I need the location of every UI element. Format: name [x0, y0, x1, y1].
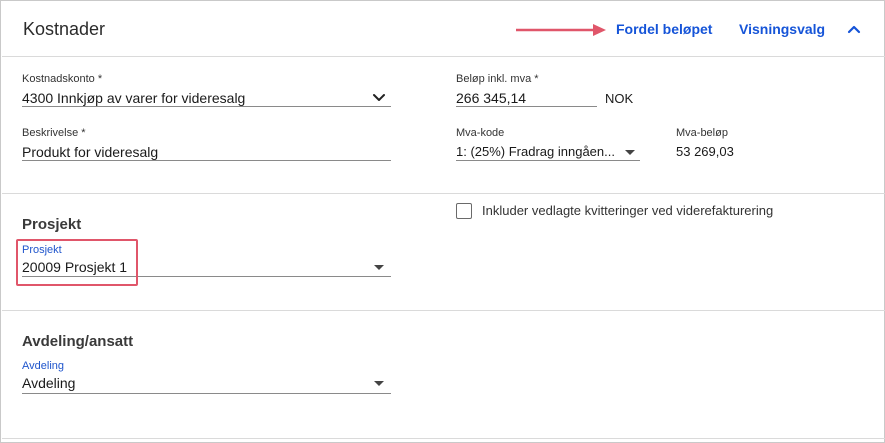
kostnadskonto-underline [22, 106, 391, 107]
beskrivelse-label: Beskrivelse * [22, 127, 86, 139]
belop-field[interactable]: Beløp inkl. mva * 266 345,14 NOK [456, 73, 656, 107]
inkluder-kvitteringer-checkbox[interactable] [456, 203, 472, 219]
avdeling-section-title: Avdeling/ansatt [22, 333, 134, 350]
prosjekt-section-title: Prosjekt [22, 216, 82, 233]
belop-underline [456, 106, 597, 107]
inkluder-kvitteringer-label[interactable]: Inkluder vedlagte kvitteringer ved vider… [482, 203, 773, 218]
section-divider [2, 193, 885, 194]
visningsvalg-link[interactable]: Visningsvalg [739, 21, 825, 37]
annotation-highlight-box [16, 239, 138, 286]
mva-belop-value: 53 269,03 [676, 144, 734, 159]
panel-header: Kostnader Fordel beløpet Visningsvalg [2, 2, 885, 57]
belop-input[interactable]: 266 345,14 [456, 90, 526, 106]
caret-down-icon [625, 150, 635, 155]
annotation-arrow-icon [516, 24, 606, 36]
mva-kode-value: 1: (25%) Fradrag inngåen... [456, 144, 615, 159]
fordel-belopet-link[interactable]: Fordel beløpet [616, 21, 712, 37]
avdeling-select[interactable]: Avdeling Avdeling [22, 360, 391, 394]
avdeling-value: Avdeling [22, 375, 76, 391]
mva-kode-underline [456, 160, 640, 161]
caret-down-icon [374, 265, 384, 270]
section-divider [2, 310, 885, 311]
kostnadskonto-field[interactable]: Kostnadskonto * 4300 Innkjøp av varer fo… [22, 73, 391, 107]
beskrivelse-underline [22, 160, 391, 161]
kostnadskonto-value: 4300 Innkjøp av varer for videresalg [22, 90, 246, 106]
beskrivelse-field[interactable]: Beskrivelse * Produkt for videresalg [22, 127, 391, 161]
kostnadskonto-label: Kostnadskonto * [22, 73, 103, 85]
bottom-divider [2, 438, 885, 439]
mva-kode-select[interactable]: Mva-kode 1: (25%) Fradrag inngåen... [456, 127, 640, 161]
caret-down-icon [374, 381, 384, 386]
avdeling-label: Avdeling [22, 360, 64, 372]
currency-label: NOK [605, 91, 634, 106]
panel-title: Kostnader [23, 19, 106, 39]
chevron-up-icon[interactable] [845, 20, 863, 38]
avdeling-underline [22, 393, 391, 394]
mva-belop-label: Mva-beløp [676, 127, 728, 139]
mva-belop-field: Mva-beløp 53 269,03 [676, 127, 796, 161]
chevron-down-icon[interactable] [372, 93, 386, 103]
mva-kode-label: Mva-kode [456, 127, 505, 139]
kostnader-panel: Kostnader Fordel beløpet Visningsvalg Ko… [0, 0, 885, 443]
beskrivelse-input[interactable]: Produkt for videresalg [22, 144, 158, 160]
belop-label: Beløp inkl. mva * [456, 73, 539, 85]
